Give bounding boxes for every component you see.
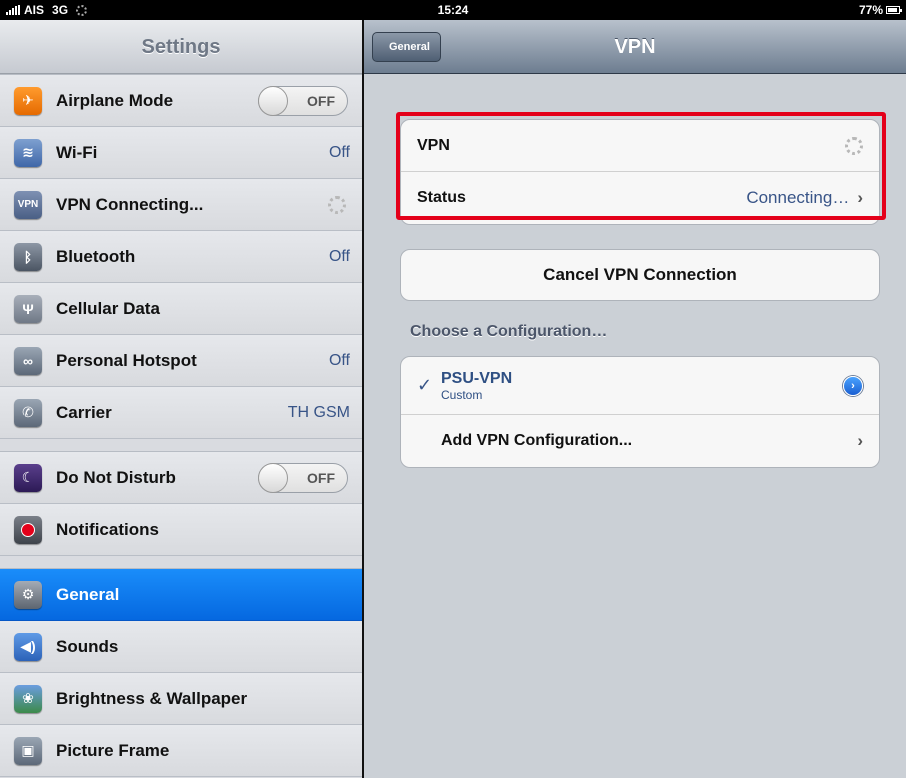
configuration-type: Custom [441,387,483,402]
master-title: Settings [141,36,221,58]
settings-row-notifications[interactable]: Notifications [0,504,362,556]
configuration-row[interactable]: ✓ PSU-VPN Custom › [401,357,879,415]
wifi-icon: ≋ [14,138,42,167]
settings-row-bluetooth[interactable]: ᛒ Bluetooth Off [0,231,362,283]
notifications-icon [14,515,42,544]
settings-row-airplane-mode[interactable]: ✈ Airplane Mode OFF [0,75,362,127]
configuration-info: PSU-VPN Custom [441,370,843,402]
row-label: Airplane Mode [56,90,174,110]
vpn-icon: VPN [14,190,42,219]
add-vpn-configuration-label: Add VPN Configuration... [441,432,633,449]
loading-spinner-icon [328,195,346,214]
status-right: 77% [858,3,902,17]
toggle-state: OFF [307,469,335,486]
vpn-detail-pane: General VPN VPN Status Connecting… › Can… [364,20,906,778]
row-label: General [56,584,120,604]
master-nav-bar: Settings [0,20,362,74]
hotspot-icon: ∞ [14,346,42,375]
clock: 15:24 [437,3,469,17]
row-label: Notifications [56,519,159,539]
battery-icon [886,6,902,14]
gear-icon: ⚙ [14,580,42,609]
airplane-icon: ✈ [14,86,42,115]
flower-icon: ❀ [14,684,42,713]
row-label: Carrier [56,402,112,422]
settings-row-sounds[interactable]: ◀) Sounds [0,621,362,673]
moon-icon: ☾ [14,463,42,492]
section-header: Choose a Configuration… [410,323,608,340]
back-button-label: General [389,41,430,53]
settings-row-picture-frame[interactable]: ▣ Picture Frame [0,725,362,777]
settings-master-pane: Settings ✈ Airplane Mode OFF ≋ Wi-Fi Off… [0,20,362,778]
cancel-vpn-label: Cancel VPN Connection [543,265,737,284]
chevron-right-icon: › [857,431,863,450]
row-label: Personal Hotspot [56,350,197,370]
back-button[interactable]: General [372,32,441,62]
settings-row-brightness-wallpaper[interactable]: ❀ Brightness & Wallpaper [0,673,362,725]
settings-row-vpn[interactable]: VPN VPN Connecting... [0,179,362,231]
row-label: Sounds [56,636,119,656]
row-label: VPN Connecting... [56,194,204,214]
speaker-icon: ◀) [14,632,42,661]
configuration-card: ✓ PSU-VPN Custom › Add VPN Configuration… [400,356,880,468]
cellular-tower-icon: Ψ [14,294,42,323]
row-label: Picture Frame [56,740,170,760]
settings-row-personal-hotspot[interactable]: ∞ Personal Hotspot Off [0,335,362,387]
battery-percent: 77% [858,3,883,17]
toggle-state: OFF [307,92,335,109]
picture-frame-icon: ▣ [14,736,42,765]
row-label: Bluetooth [56,246,136,266]
settings-group-notifications: ☾ Do Not Disturb OFF Notifications [0,451,362,556]
settings-row-general[interactable]: ⚙ General [0,569,362,621]
row-label: Wi-Fi [56,142,98,162]
toggle-knob [258,462,288,493]
do-not-disturb-toggle[interactable]: OFF [258,462,348,493]
status-bar: AIS 3G 15:24 77% [0,0,906,20]
settings-group-connectivity: ✈ Airplane Mode OFF ≋ Wi-Fi Off VPN VPN … [0,74,362,439]
bluetooth-icon: ᛒ [14,242,42,271]
add-vpn-configuration-row[interactable]: Add VPN Configuration... › [401,415,879,467]
airplane-mode-toggle[interactable]: OFF [258,85,348,116]
cancel-vpn-button[interactable]: Cancel VPN Connection [400,249,880,301]
detail-disclosure-button[interactable]: › [843,375,863,396]
row-label: Brightness & Wallpaper [56,688,248,708]
row-value: Off [328,247,350,265]
row-label: Cellular Data [56,298,160,318]
phone-icon: ✆ [14,398,42,427]
detail-title: VPN [614,36,656,58]
toggle-knob [258,85,288,116]
settings-row-carrier[interactable]: ✆ Carrier TH GSM [0,387,362,439]
detail-nav-bar: General VPN [364,20,906,74]
highlight-box [396,112,886,220]
settings-row-do-not-disturb[interactable]: ☾ Do Not Disturb OFF [0,452,362,504]
row-value: Off [328,143,350,161]
settings-group-general: ⚙ General ◀) Sounds ❀ Brightness & Wallp… [0,568,362,777]
row-value: Off [328,351,350,369]
settings-row-cellular-data[interactable]: Ψ Cellular Data [0,283,362,335]
settings-row-wifi[interactable]: ≋ Wi-Fi Off [0,127,362,179]
row-value: TH GSM [287,403,350,421]
row-label: Do Not Disturb [56,467,176,487]
configuration-name: PSU-VPN [441,369,513,387]
checkmark-icon: ✓ [417,375,433,395]
